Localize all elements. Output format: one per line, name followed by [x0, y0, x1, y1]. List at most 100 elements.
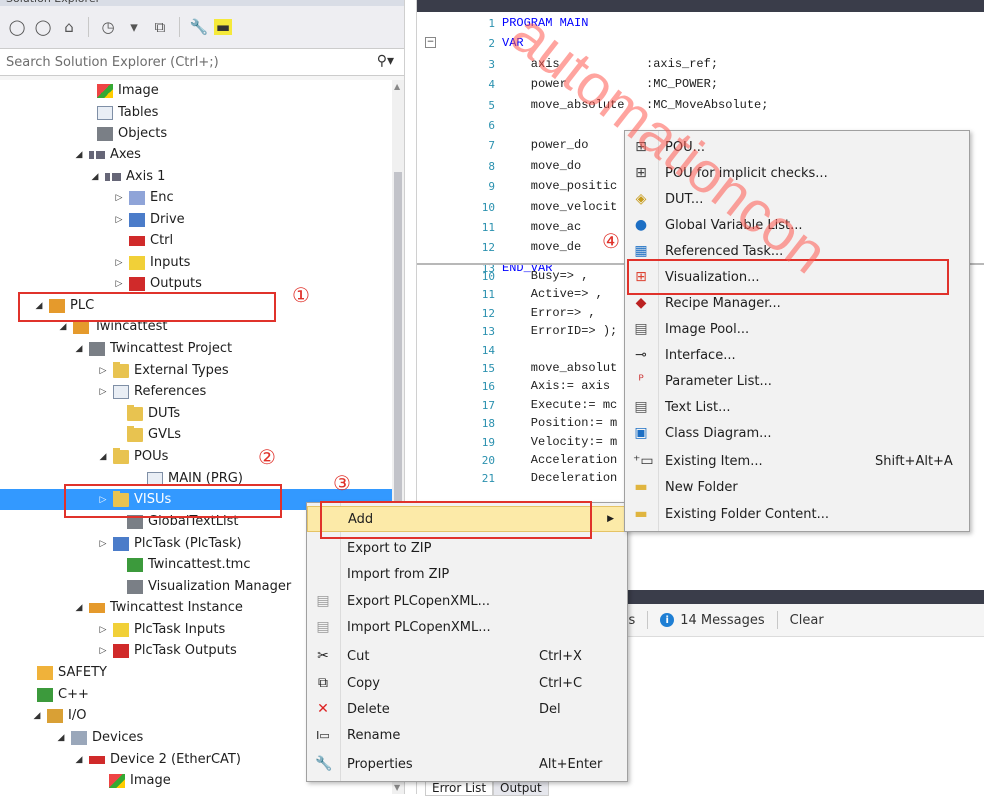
tree-item-objects[interactable]: Objects: [80, 123, 167, 144]
code-line[interactable]: Active=> ,: [502, 287, 603, 301]
tree-item-outputs[interactable]: ▷ Outputs: [112, 273, 202, 294]
tree-item-safety[interactable]: SAFETY: [34, 662, 107, 683]
submenu-item-dut[interactable]: ◈ DUT...: [625, 186, 969, 212]
code-line[interactable]: power_do: [502, 138, 589, 152]
tree-item-enc[interactable]: ▷ Enc: [112, 187, 174, 208]
expanded-arrow-icon[interactable]: ◢: [54, 733, 68, 743]
submenu-item-interface[interactable]: ⊸ Interface...: [625, 342, 969, 368]
tree-item-visualization-manager[interactable]: Visualization Manager: [110, 576, 291, 597]
tree-item-drive[interactable]: ▷ Drive: [112, 209, 185, 230]
code-line[interactable]: move_de: [502, 240, 581, 254]
collapsed-arrow-icon[interactable]: ▷: [96, 646, 110, 656]
scroll-down-icon[interactable]: ▼: [394, 783, 400, 792]
clear-button[interactable]: Clear: [790, 613, 824, 628]
code-line[interactable]: Velocity:= m: [502, 435, 617, 449]
collapsed-arrow-icon[interactable]: ▷: [96, 539, 110, 549]
collapse-region-icon[interactable]: −: [425, 37, 436, 48]
tree-item-image[interactable]: Image: [80, 80, 159, 101]
tree-item-gvls[interactable]: GVLs: [110, 424, 181, 445]
code-line[interactable]: move_absolute :MC_MoveAbsolute;: [502, 98, 769, 112]
tree-item-pous[interactable]: ◢ POUs: [96, 446, 168, 467]
tree-item-references[interactable]: ▷ References: [96, 381, 207, 402]
menu-item-properties[interactable]: 🔧 Properties Alt+Enter: [307, 751, 627, 777]
collapsed-arrow-icon[interactable]: ▷: [112, 258, 126, 268]
back-icon[interactable]: ◯: [6, 16, 28, 38]
tree-item-cpp[interactable]: C++: [34, 684, 89, 705]
tree-item-twincattest-project[interactable]: ◢ Twincattest Project: [72, 338, 233, 359]
expanded-arrow-icon[interactable]: ◢: [30, 711, 44, 721]
tree-item-inputs[interactable]: ▷ Inputs: [112, 252, 191, 273]
code-line[interactable]: Position:= m: [502, 416, 617, 430]
code-line[interactable]: ErrorID=> );: [502, 324, 617, 338]
tree-item-ctrl[interactable]: Ctrl: [112, 230, 173, 251]
expanded-arrow-icon[interactable]: ◢: [56, 322, 70, 332]
code-line[interactable]: Acceleration: [502, 453, 617, 467]
messages-filter[interactable]: i 14 Messages: [660, 613, 765, 628]
tree-item-twincattest-instance[interactable]: ◢ Twincattest Instance: [72, 597, 243, 618]
tree-item-devices[interactable]: ◢ Devices: [54, 727, 144, 748]
code-line[interactable]: move_ac: [502, 220, 581, 234]
forward-icon[interactable]: ◯: [32, 16, 54, 38]
menu-item-delete[interactable]: ✕ Delete Del: [307, 696, 627, 722]
code-line[interactable]: axis :axis_ref;: [502, 57, 718, 71]
code-line[interactable]: PROGRAM MAIN: [502, 16, 588, 30]
collapsed-arrow-icon[interactable]: ▷: [112, 215, 126, 225]
collapsed-arrow-icon[interactable]: ▷: [112, 279, 126, 289]
tree-item-axes[interactable]: ◢ Axes: [72, 144, 141, 165]
code-line[interactable]: Error=> ,: [502, 306, 596, 320]
code-line[interactable]: move_do: [502, 159, 581, 173]
menu-item-cut[interactable]: ✂ Cut Ctrl+X: [307, 643, 627, 669]
collapsed-arrow-icon[interactable]: ▷: [96, 625, 110, 635]
expanded-arrow-icon[interactable]: ◢: [72, 755, 86, 765]
tree-item-io[interactable]: ◢ I/O: [30, 705, 87, 726]
submenu-item-new-folder[interactable]: ▬ New Folder: [625, 474, 969, 500]
code-line[interactable]: Execute:= mc: [502, 398, 617, 412]
tree-item-image-2[interactable]: Image: [106, 770, 171, 791]
tree-item-external-types[interactable]: ▷ External Types: [96, 360, 229, 381]
preview-icon[interactable]: ▬: [214, 18, 232, 36]
menu-item-import-plcopenxml[interactable]: ▤ Import PLCopenXML...: [307, 614, 627, 640]
submenu-item-image-pool[interactable]: ▤ Image Pool...: [625, 316, 969, 342]
code-line[interactable]: move_velocit: [502, 200, 617, 214]
tree-item-twincattest-tmc[interactable]: Twincattest.tmc: [110, 554, 251, 575]
menu-item-rename[interactable]: I▭ Rename: [307, 722, 627, 748]
submenu-item-existing-item[interactable]: ⁺▭ Existing Item... Shift+Alt+A: [625, 448, 969, 474]
expanded-arrow-icon[interactable]: ◢: [96, 452, 110, 462]
search-icon[interactable]: ⚲▾: [377, 53, 394, 69]
submenu-item-existing-folder-content[interactable]: ▬ Existing Folder Content...: [625, 501, 969, 527]
tree-item-tables[interactable]: Tables: [80, 102, 158, 123]
submenu-item-text-list[interactable]: ▤ Text List...: [625, 394, 969, 420]
dropdown-icon[interactable]: ▾: [123, 16, 145, 38]
expanded-arrow-icon[interactable]: ◢: [72, 344, 86, 354]
expanded-arrow-icon[interactable]: ◢: [88, 172, 102, 182]
tree-item-duts[interactable]: DUTs: [110, 403, 180, 424]
expanded-arrow-icon[interactable]: ◢: [72, 603, 86, 613]
collapse-all-icon[interactable]: ⧉: [149, 16, 171, 38]
collapsed-arrow-icon[interactable]: ▷: [96, 387, 110, 397]
code-line[interactable]: VAR: [502, 36, 524, 50]
tree-item-plctask[interactable]: ▷ PlcTask (PlcTask): [96, 533, 242, 554]
menu-item-copy[interactable]: ⧉ Copy Ctrl+C: [307, 670, 627, 696]
code-line[interactable]: Busy=> ,: [502, 269, 589, 283]
menu-item-export-plcopenxml[interactable]: ▤ Export PLCopenXML...: [307, 588, 627, 614]
submenu-item-class-diagram[interactable]: ▣ Class Diagram...: [625, 420, 969, 446]
code-line[interactable]: Axis:= axis: [502, 379, 610, 393]
tree-item-plctask-inputs[interactable]: ▷ PlcTask Inputs: [96, 619, 226, 640]
tree-item-plctask-outputs[interactable]: ▷ PlcTask Outputs: [96, 640, 237, 661]
tree-item-device-2[interactable]: ◢ Device 2 (EtherCAT): [72, 749, 241, 770]
submenu-item-pou[interactable]: ⊞ POU...: [625, 134, 969, 160]
code-line[interactable]: power :MC_POWER;: [502, 77, 718, 91]
search-input[interactable]: Search Solution Explorer (Ctrl+;) ⚲▾: [0, 48, 404, 76]
expanded-arrow-icon[interactable]: ◢: [72, 150, 86, 160]
collapsed-arrow-icon[interactable]: ▷: [96, 366, 110, 376]
history-icon[interactable]: ◷: [97, 16, 119, 38]
wrench-icon[interactable]: 🔧: [188, 16, 210, 38]
submenu-item-pou-implicit-checks[interactable]: ⊞ POU for implicit checks...: [625, 160, 969, 186]
home-icon[interactable]: ⌂: [58, 16, 80, 38]
submenu-item-global-variable-list[interactable]: ● Global Variable List...: [625, 212, 969, 238]
collapsed-arrow-icon[interactable]: ▷: [112, 193, 126, 203]
menu-item-import-zip[interactable]: Import from ZIP: [307, 561, 627, 587]
code-line[interactable]: move_absolut: [502, 361, 617, 375]
code-line[interactable]: Deceleration: [502, 471, 617, 485]
code-line[interactable]: move_positic: [502, 179, 617, 193]
